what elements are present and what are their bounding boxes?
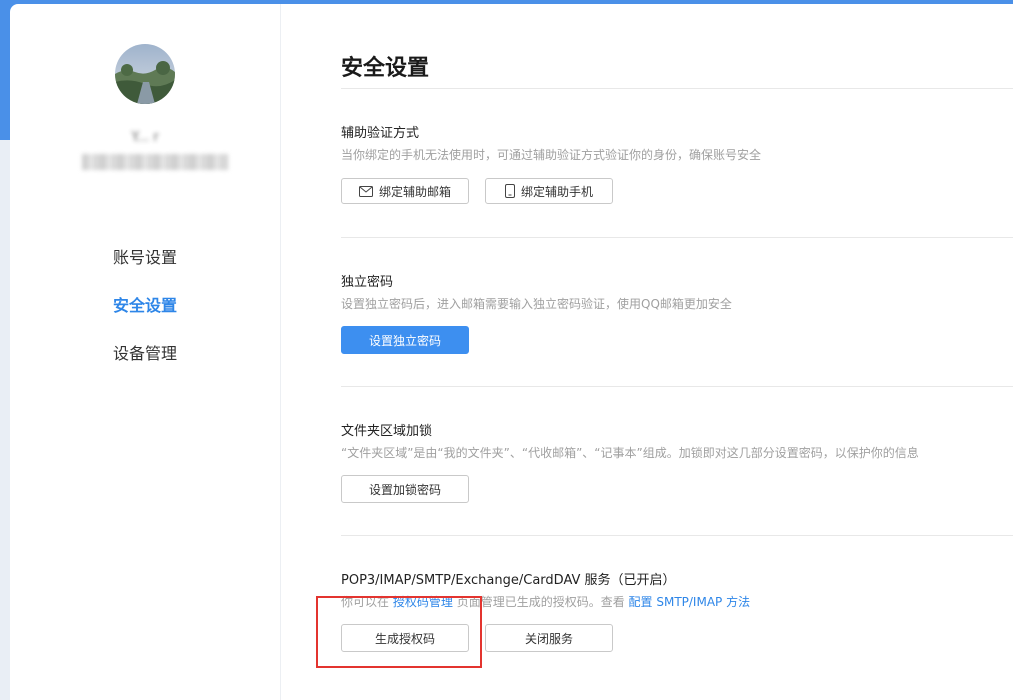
bind-aux-email-button[interactable]: 绑定辅助邮箱 — [341, 178, 469, 204]
user-name: Y... r — [131, 130, 159, 145]
app-window: Y... r 账号设置 安全设置 设备管理 安全设置 辅助验证方式 当你绑定的手… — [0, 0, 1013, 700]
independent-pwd-desc: 设置独立密码后，进入邮箱需要输入独立密码验证，使用QQ邮箱更加安全 — [341, 297, 732, 311]
title-divider — [341, 88, 1013, 89]
user-email-redacted — [82, 154, 228, 170]
settings-card: Y... r 账号设置 安全设置 设备管理 安全设置 辅助验证方式 当你绑定的手… — [10, 4, 1013, 700]
section-divider — [341, 535, 1013, 536]
sidebar-item-account-settings[interactable]: 账号设置 — [113, 244, 177, 268]
pop3-service-title: POP3/IMAP/SMTP/Exchange/CardDAV 服务（已开启） — [341, 573, 676, 588]
page-title: 安全设置 — [341, 56, 430, 81]
aux-verify-title: 辅助验证方式 — [341, 126, 420, 141]
bind-aux-phone-button[interactable]: 绑定辅助手机 — [485, 178, 613, 204]
folder-lock-title: 文件夹区域加锁 — [341, 424, 433, 439]
sidebar-item-security-settings[interactable]: 安全设置 — [113, 292, 177, 316]
section-divider — [341, 386, 1013, 387]
close-service-button[interactable]: 关闭服务 — [485, 624, 613, 652]
highlight-box — [316, 596, 482, 668]
folder-lock-desc: “文件夹区域”是由“我的文件夹”、“代收邮箱”、“记事本”组成。加锁即对这几部分… — [341, 446, 919, 460]
independent-pwd-title: 独立密码 — [341, 275, 394, 290]
bind-aux-phone-label: 绑定辅助手机 — [520, 184, 593, 199]
set-independent-pwd-button[interactable]: 设置独立密码 — [341, 326, 469, 354]
aux-verify-desc: 当你绑定的手机无法使用时，可通过辅助验证方式验证你的身份，确保账号安全 — [341, 148, 762, 162]
section-divider — [341, 237, 1013, 238]
set-lock-pwd-button[interactable]: 设置加锁密码 — [341, 475, 469, 503]
phone-icon — [504, 184, 515, 198]
sidebar: Y... r 账号设置 安全设置 设备管理 — [10, 4, 281, 700]
sidebar-item-device-management[interactable]: 设备管理 — [113, 340, 177, 364]
mail-icon — [358, 185, 373, 197]
avatar[interactable] — [115, 44, 175, 104]
config-smtp-imap-link[interactable]: 配置 SMTP/IMAP 方法 — [629, 595, 751, 609]
bind-aux-email-label: 绑定辅助邮箱 — [378, 184, 451, 199]
